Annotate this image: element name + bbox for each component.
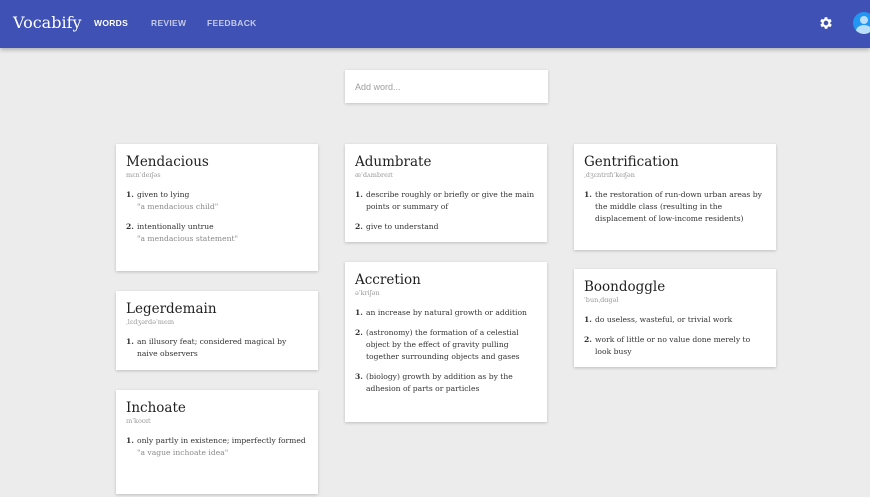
definition-text: an increase by natural growth or additio… bbox=[366, 308, 527, 317]
word-phonetic: ˌlɛdʒərdəˈmeɪn bbox=[126, 318, 175, 326]
definition-list: 1. an increase by natural growth or addi… bbox=[355, 307, 537, 395]
add-word-input[interactable] bbox=[345, 70, 548, 103]
definition-text: an illusory feat; considered magical by … bbox=[137, 337, 287, 358]
definition-item: 1. the restoration of run-down urban are… bbox=[584, 189, 766, 225]
word-card-accretion[interactable]: Accretion əˈkriʃən 1. an increase by nat… bbox=[345, 262, 547, 422]
word-title: Mendacious bbox=[126, 154, 209, 170]
word-card-gentrification[interactable]: Gentrification ˌdʒɛntrɪfɪˈkeɪʃən 1. the … bbox=[574, 144, 776, 250]
word-card-mendacious[interactable]: Mendacious mɛnˈdeɪʃəs 1. given to lying "… bbox=[116, 144, 318, 271]
nav-tab-words[interactable]: WORDS bbox=[94, 18, 128, 28]
definition-text: given to lying bbox=[137, 190, 190, 199]
definition-text: (biology) growth by addition as by the a… bbox=[366, 372, 513, 393]
definition-text: do useless, wasteful, or trivial work bbox=[595, 315, 733, 324]
word-title: Adumbrate bbox=[355, 154, 432, 170]
definition-list: 1. only partly in existence; imperfectly… bbox=[126, 435, 308, 459]
definition-item: 1. given to lying "a mendacious child" bbox=[126, 189, 308, 213]
definition-item: 1. an illusory feat; considered magical … bbox=[126, 336, 308, 360]
word-phonetic: ˈbunˌdɑgəl bbox=[584, 296, 619, 304]
definition-text: give to understand bbox=[366, 222, 439, 231]
definition-list: 1. do useless, wasteful, or trivial work… bbox=[584, 314, 766, 358]
definition-item: 3. (biology) growth by addition as by th… bbox=[355, 371, 537, 395]
definition-item: 2. intentionally untrue "a mendacious sta… bbox=[126, 221, 308, 245]
definition-list: 1. the restoration of run-down urban are… bbox=[584, 189, 766, 225]
word-title: Inchoate bbox=[126, 400, 186, 416]
definition-text: describe roughly or briefly or give the … bbox=[366, 190, 535, 211]
definition-item: 2. give to understand bbox=[355, 221, 537, 233]
word-card-legerdemain[interactable]: Legerdemain ˌlɛdʒərdəˈmeɪn 1. an illusor… bbox=[116, 291, 318, 370]
definition-text: work of little or no value done merely t… bbox=[595, 335, 751, 356]
avatar-icon[interactable] bbox=[853, 12, 870, 34]
word-phonetic: ˌdʒɛntrɪfɪˈkeɪʃən bbox=[584, 171, 635, 179]
definition-example: "a vague inchoate idea" bbox=[137, 448, 229, 457]
word-card-adumbrate[interactable]: Adumbrate æˈdʌmbreɪt 1. describe roughly… bbox=[345, 144, 547, 242]
definition-example: "a mendacious child" bbox=[137, 202, 219, 211]
definition-item: 1. describe roughly or briefly or give t… bbox=[355, 189, 537, 213]
word-title: Legerdemain bbox=[126, 301, 217, 317]
nav-tab-review[interactable]: REVIEW bbox=[151, 18, 186, 28]
word-title: Gentrification bbox=[584, 154, 679, 170]
definition-text: only partly in existence; imperfectly fo… bbox=[137, 436, 306, 445]
word-phonetic: əˈkriʃən bbox=[355, 289, 380, 297]
definition-list: 1. given to lying "a mendacious child" 2.… bbox=[126, 189, 308, 245]
nav-tab-feedback[interactable]: FEEDBACK bbox=[207, 18, 257, 28]
definition-example: "a mendacious statement" bbox=[137, 234, 239, 243]
definition-item: 1. an increase by natural growth or addi… bbox=[355, 307, 537, 319]
top-app-bar: Vocabify WORDS REVIEW FEEDBACK bbox=[0, 0, 870, 48]
app-logo[interactable]: Vocabify bbox=[13, 13, 82, 32]
word-phonetic: mɛnˈdeɪʃəs bbox=[126, 171, 161, 179]
word-phonetic: æˈdʌmbreɪt bbox=[355, 171, 393, 179]
definition-item: 2. (astronomy) the formation of a celest… bbox=[355, 327, 537, 363]
gear-icon[interactable] bbox=[818, 15, 834, 31]
word-phonetic: ɪnˈkoʊɪt bbox=[126, 417, 151, 425]
definition-list: 1. describe roughly or briefly or give t… bbox=[355, 189, 537, 233]
word-title: Accretion bbox=[355, 272, 421, 288]
definition-item: 1. do useless, wasteful, or trivial work bbox=[584, 314, 766, 326]
word-title: Boondoggle bbox=[584, 279, 666, 295]
definition-list: 1. an illusory feat; considered magical … bbox=[126, 336, 308, 360]
word-card-inchoate[interactable]: Inchoate ɪnˈkoʊɪt 1. only partly in exis… bbox=[116, 390, 318, 494]
definition-item: 2. work of little or no value done merel… bbox=[584, 334, 766, 358]
definition-item: 1. only partly in existence; imperfectly… bbox=[126, 435, 308, 459]
word-card-boondoggle[interactable]: Boondoggle ˈbunˌdɑgəl 1. do useless, was… bbox=[574, 269, 776, 367]
definition-text: the restoration of run-down urban areas … bbox=[595, 190, 762, 223]
definition-text: (astronomy) the formation of a celestial… bbox=[366, 328, 520, 361]
definition-text: intentionally untrue bbox=[137, 222, 214, 231]
